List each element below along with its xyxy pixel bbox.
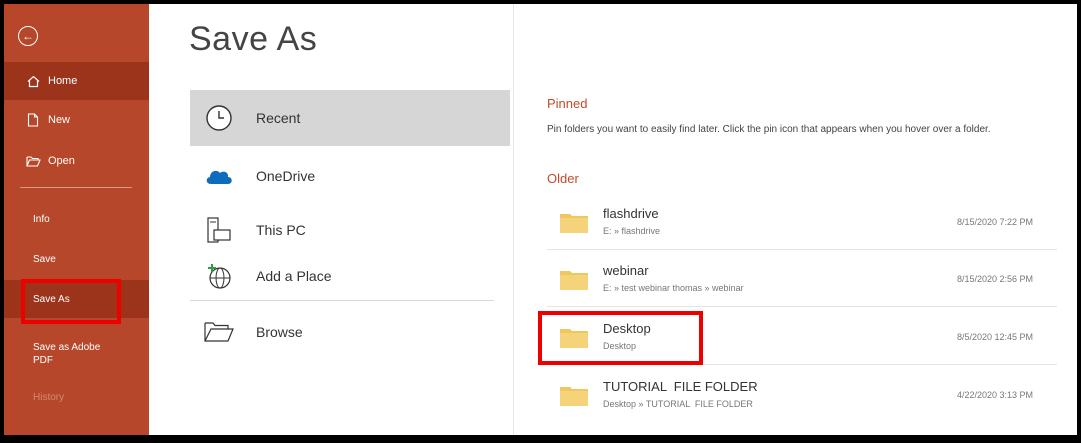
folder-row-webinar[interactable]: webinar E: » test webinar thomas » webin… [547,251,1057,307]
panel-divider [513,4,514,435]
pc-icon [204,215,234,245]
sidebar-item-new[interactable]: New [4,101,149,139]
folder-name: flashdrive [603,206,659,221]
older-heading: Older [547,171,579,186]
sidebar-item-save-as-pdf[interactable]: Save as Adobe PDF [4,332,124,376]
sidebar-item-info[interactable]: Info [4,200,149,238]
location-recent[interactable]: Recent [190,90,510,146]
folder-row-tutorial-file-folder[interactable]: TUTORIAL FILE FOLDER Desktop » TUTORIAL … [547,367,1057,423]
pinned-description: Pin folders you want to easily find late… [547,124,991,135]
location-label: Browse [256,324,303,340]
folder-open-icon [204,317,234,347]
sidebar-item-label: Save [33,253,56,265]
folder-path: E: » test webinar thomas » webinar [603,283,744,293]
location-label: Recent [256,110,301,126]
folder-icon [560,387,588,406]
folder-name: Desktop [603,321,651,336]
location-label: Add a Place [256,268,332,284]
back-arrow-icon[interactable]: ← [18,26,38,46]
folder-icon [560,214,588,233]
sidebar-item-label: Info [33,213,50,225]
folder-icon [560,271,588,290]
pinned-heading: Pinned [547,96,588,111]
sidebar-item-label: New [48,114,71,126]
home-icon [24,75,42,88]
new-doc-icon [24,113,42,127]
clock-icon [204,103,234,133]
folder-name: webinar [603,263,649,278]
save-as-window: ← Home New Open Info Save Save As Save a… [4,4,1077,435]
page-title: Save As [189,20,318,58]
sidebar-item-save[interactable]: Save [4,240,149,278]
sidebar-item-label: Home [48,75,78,87]
add-place-icon [204,261,234,291]
folder-date: 4/22/2020 3:13 PM [956,390,1033,400]
folder-date: 8/15/2020 2:56 PM [956,274,1033,284]
location-label: This PC [256,222,306,238]
sidebar-divider [20,187,132,188]
folder-row-desktop[interactable]: Desktop Desktop 8/5/2020 12:45 PM [547,309,1057,365]
folder-row-flashdrive[interactable]: flashdrive E: » flashdrive 8/15/2020 7:2… [547,194,1057,250]
folder-path: Desktop [603,341,637,351]
sidebar-item-save-as[interactable]: Save As [4,280,149,318]
sidebar-item-label: Save As [33,293,70,305]
sidebar-item-home[interactable]: Home [4,62,149,100]
folder-name: TUTORIAL FILE FOLDER [603,379,758,394]
sidebar-item-history: History [4,378,149,416]
location-add-place[interactable]: Add a Place [190,248,510,304]
locations-divider [190,300,494,301]
folder-date: 8/15/2020 7:22 PM [956,217,1033,227]
folder-path: E: » flashdrive [603,226,661,236]
folder-path: Desktop » TUTORIAL FILE FOLDER [603,399,753,409]
folder-date: 8/5/2020 12:45 PM [956,332,1033,342]
sidebar-item-label: History [33,391,65,403]
location-onedrive[interactable]: OneDrive [190,148,510,204]
folder-icon [560,329,588,348]
location-browse[interactable]: Browse [190,304,510,360]
folder-open-icon [24,155,42,167]
backstage-sidebar: ← Home New Open Info Save Save As Save a… [4,4,149,435]
sidebar-item-label: Save as Adobe PDF [33,342,101,366]
sidebar-item-label: Open [48,155,75,167]
sidebar-item-open[interactable]: Open [4,142,149,180]
cloud-icon [204,161,234,191]
location-label: OneDrive [256,168,316,184]
